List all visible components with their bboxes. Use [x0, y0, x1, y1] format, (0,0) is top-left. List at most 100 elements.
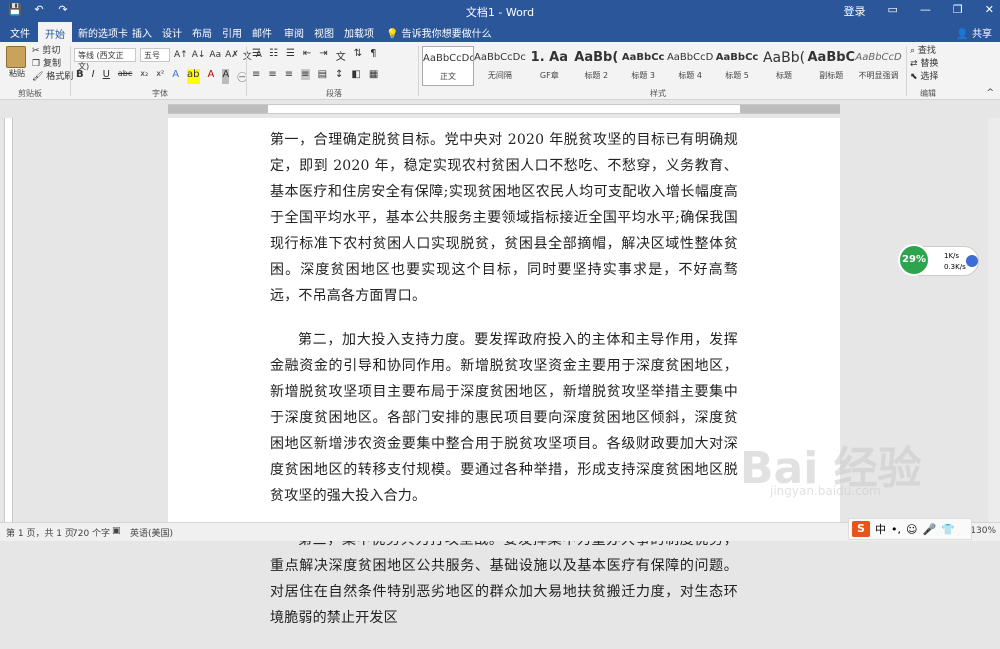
style-normal[interactable]: AaBbCcDc 正文: [422, 46, 474, 86]
tab-insert[interactable]: 插入: [132, 25, 152, 40]
show-marks-icon[interactable]: ¶: [370, 48, 376, 63]
tell-me-search[interactable]: 💡 告诉我你想要做什么: [386, 25, 492, 40]
format-painter-button[interactable]: 🖌 格式刷: [32, 71, 73, 84]
paragraph[interactable]: 第二，加大投入支持力度。要发挥政府投入的主体和主导作用，发挥金融资金的引导和协同…: [270, 327, 738, 509]
ime-toolbar[interactable]: S 中 •, ☺ 🎤 👕: [848, 518, 972, 540]
collapse-ribbon-icon[interactable]: ^: [986, 88, 994, 98]
select-button[interactable]: ⬉ 选择: [910, 71, 938, 84]
zoom-level[interactable]: 130%: [970, 526, 996, 536]
text-effects-button[interactable]: A: [172, 69, 179, 84]
scissors-icon: ✂: [32, 46, 43, 56]
accelerate-icon[interactable]: [966, 255, 978, 267]
tab-review[interactable]: 审阅: [284, 25, 304, 40]
download-speed: 0.3K/s: [944, 263, 966, 271]
styles-group-label: 样式: [650, 89, 666, 98]
find-button[interactable]: ⌕ 查找: [910, 45, 938, 58]
search-icon: ⌕: [910, 46, 918, 56]
proofing-icon[interactable]: ▣: [112, 526, 121, 536]
vertical-scrollbar[interactable]: [988, 118, 1000, 522]
tab-file[interactable]: 文件: [10, 25, 30, 40]
maximize-icon[interactable]: ❐: [953, 3, 963, 19]
language-indicator[interactable]: 英语(美国): [130, 526, 173, 539]
underline-button[interactable]: U: [103, 69, 110, 84]
document-body[interactable]: 第一，合理确定脱贫目标。党中央对 2020 年脱贫攻坚的目标已有明确规定，即到 …: [270, 127, 738, 649]
shrink-font-icon[interactable]: A↓: [192, 50, 206, 60]
borders-icon[interactable]: ▦: [369, 69, 378, 80]
shading-icon[interactable]: ◧: [351, 69, 360, 80]
close-icon[interactable]: ✕: [985, 3, 994, 19]
paste-button[interactable]: 粘贴: [6, 46, 28, 78]
copy-button[interactable]: ❐ 复制: [32, 58, 73, 71]
align-center-icon[interactable]: ≡: [268, 69, 276, 80]
tab-design[interactable]: 设计: [162, 25, 182, 40]
style-subtitle[interactable]: AaBbC 副标题: [807, 46, 855, 86]
style-gf-chapter[interactable]: 1. Aa GF章: [526, 46, 573, 86]
lightbulb-icon: 💡: [386, 29, 402, 40]
char-shading-button[interactable]: A: [222, 69, 230, 84]
share-button[interactable]: 👤 共享: [956, 25, 992, 40]
strikethrough-button[interactable]: abc: [118, 69, 132, 84]
chinese-layout-icon[interactable]: 文: [336, 48, 346, 63]
style-heading-3[interactable]: AaBbCc 标题 3: [620, 46, 667, 86]
horizontal-ruler[interactable]: [0, 100, 1000, 118]
voice-icon[interactable]: 🎤: [922, 523, 936, 536]
line-spacing-icon[interactable]: ↕: [335, 69, 343, 80]
font-name-select[interactable]: 等线 (西文正文): [74, 48, 136, 71]
minimize-icon[interactable]: —: [920, 3, 931, 19]
group-divider: [418, 46, 419, 96]
style-heading-2[interactable]: AaBb(标题 2: [573, 46, 620, 86]
cpu-usage-badge: 29%: [898, 244, 930, 276]
font-size-select[interactable]: 五号: [140, 48, 170, 62]
page-count[interactable]: 第 1 页，共 1 页: [6, 526, 74, 539]
italic-button[interactable]: I: [92, 69, 95, 84]
network-speed-widget[interactable]: 29% 1K/s 0.3K/s: [898, 244, 979, 276]
style-subtle-emphasis[interactable]: AaBbCcD 不明显强调: [855, 46, 902, 86]
word-count[interactable]: 720 个字: [72, 526, 110, 539]
tab-addins[interactable]: 加载项: [344, 25, 374, 40]
style-heading-5[interactable]: AaBbCc 标题 5: [714, 46, 761, 86]
style-title[interactable]: AaBb(标题: [761, 46, 808, 86]
align-left-icon[interactable]: ≡: [252, 69, 260, 80]
replace-button[interactable]: ⇄ 替换: [910, 58, 938, 71]
tab-home[interactable]: 开始: [38, 22, 72, 42]
superscript-button[interactable]: x²: [156, 69, 164, 84]
chinese-mode-icon[interactable]: 中: [875, 521, 886, 537]
align-right-icon[interactable]: ≡: [285, 69, 293, 80]
bullets-icon[interactable]: ☰: [252, 48, 261, 63]
style-heading-4[interactable]: AaBbCcD 标题 4: [667, 46, 714, 86]
tab-layout[interactable]: 布局: [192, 25, 212, 40]
cut-button[interactable]: ✂ 剪切: [32, 45, 73, 58]
tab-mailings[interactable]: 邮件: [252, 25, 272, 40]
skin-icon[interactable]: 👕: [941, 523, 955, 536]
numbering-icon[interactable]: ☷: [269, 48, 278, 63]
sort-icon[interactable]: ⇅: [354, 48, 362, 63]
justify-icon[interactable]: ≡: [301, 69, 310, 80]
paragraph[interactable]: 第一，合理确定脱贫目标。党中央对 2020 年脱贫攻坚的目标已有明确规定，即到 …: [270, 127, 738, 309]
punctuation-icon[interactable]: •,: [891, 523, 901, 536]
font-color-button[interactable]: A: [208, 69, 215, 84]
phonetic-icon[interactable]: 文: [243, 49, 252, 62]
distributed-icon[interactable]: ▤: [318, 69, 327, 80]
multilevel-list-icon[interactable]: ☰: [286, 48, 295, 63]
ribbon-display-icon[interactable]: ▭: [888, 3, 898, 19]
subscript-button[interactable]: x₂: [140, 69, 148, 84]
ribbon-tabs: 文件 开始 新的选项卡 插入 设计 布局 引用 邮件 审阅 视图 加载项 💡 告…: [0, 22, 1000, 42]
emoji-icon[interactable]: ☺: [906, 523, 917, 536]
highlight-button[interactable]: ab: [187, 69, 200, 84]
tab-view[interactable]: 视图: [314, 25, 334, 40]
tab-references[interactable]: 引用: [222, 25, 242, 40]
grow-font-icon[interactable]: A↑: [174, 50, 188, 60]
style-no-spacing[interactable]: AaBbCcDc 无间隔: [474, 46, 526, 86]
login-link[interactable]: 登录: [844, 3, 866, 19]
increase-indent-icon[interactable]: ⇥: [319, 48, 327, 63]
clipboard-icon: [6, 46, 26, 68]
vertical-ruler[interactable]: [0, 118, 16, 522]
bold-button[interactable]: B: [76, 69, 84, 84]
baidu-watermark: Bai 经验 jingyan.baidu.com: [740, 443, 922, 498]
paragraph[interactable]: 第三，集中优势兵力打攻坚战。要发挥集中力量办大事的制度优势，重点解决深度贫困地区…: [270, 527, 738, 631]
tab-new[interactable]: 新的选项卡: [78, 25, 128, 40]
clear-format-icon[interactable]: A✗: [225, 50, 239, 60]
cursor-icon: ⬉: [910, 72, 921, 82]
decrease-indent-icon[interactable]: ⇤: [303, 48, 311, 63]
change-case-icon[interactable]: Aa: [209, 50, 221, 60]
